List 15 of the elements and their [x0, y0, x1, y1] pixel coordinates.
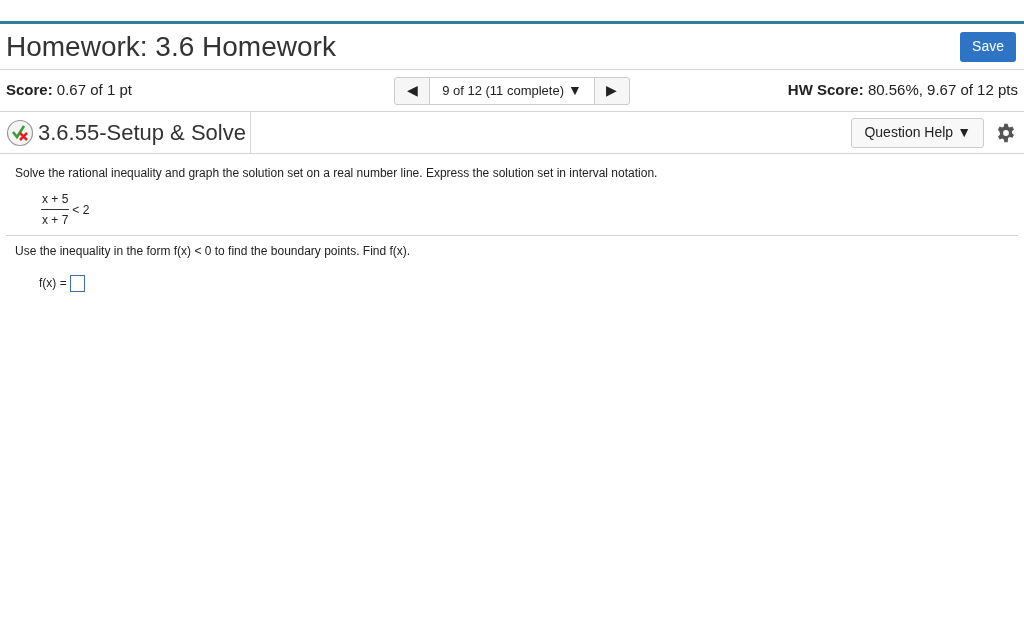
denominator-text: x + 7	[41, 212, 70, 229]
hw-score-text: HW Score: 80.56%, 9.67 of 12 pts	[786, 80, 1018, 101]
answer-field[interactable]	[69, 274, 85, 292]
question-help-button[interactable]: Question Help ▼	[851, 117, 984, 148]
page-title: Homework: 3.6 Homework	[6, 29, 336, 64]
save-button[interactable]: Save	[960, 31, 1016, 62]
problem-instruction: Solve the rational inequality and graph the solution set on a real number line. Express the solution set in interval notation.	[15, 165, 659, 182]
partial-credit-icon	[6, 118, 34, 147]
step-instruction: Use the inequality in the form f(x) < 0 to find the boundary points. Find f(x).	[15, 243, 412, 260]
answer-label: f(x) =	[39, 275, 67, 292]
question-title: 3.6.55-Setup & Solve	[38, 119, 246, 147]
settings-icon[interactable]	[996, 122, 1016, 143]
score-text: Score: 0.67 of 1 pt	[6, 80, 133, 101]
inequality-relation: < 2	[72, 201, 90, 219]
numerator-text: x + 5	[41, 191, 70, 208]
